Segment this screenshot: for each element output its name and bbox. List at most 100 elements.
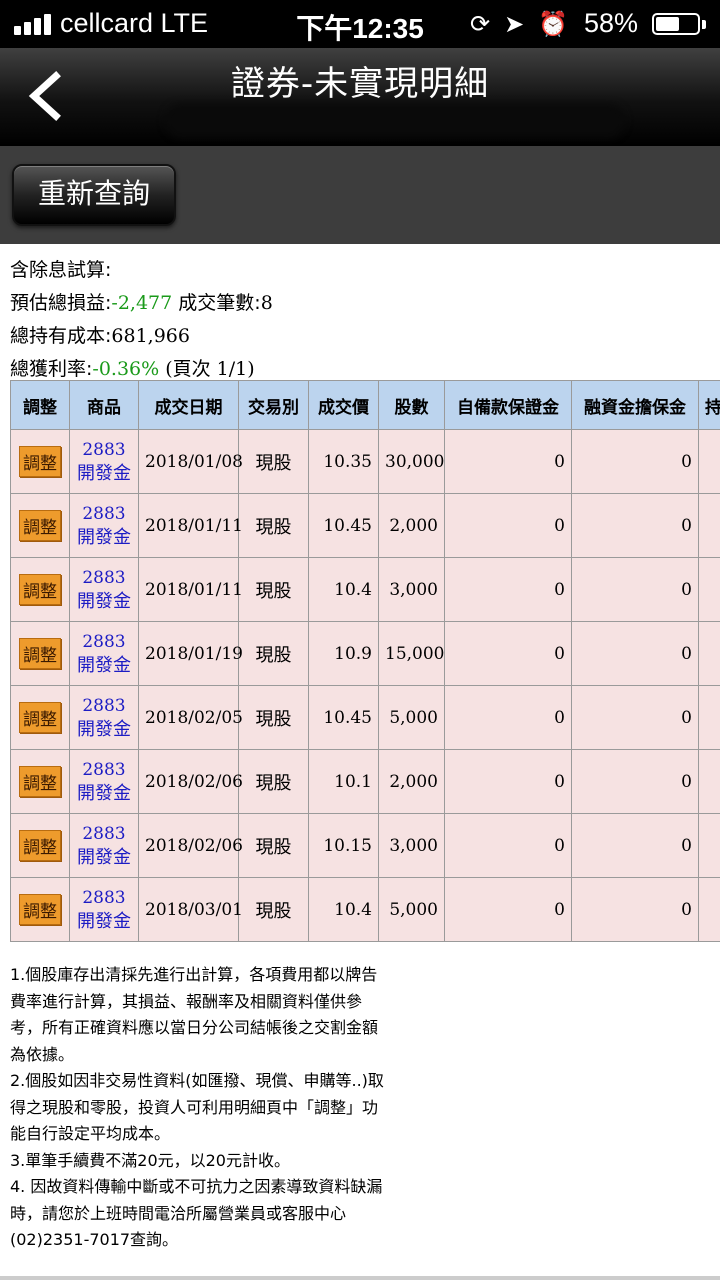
adjust-cell: 調整 [10,493,70,558]
table-row: 調整 2883 開發金 2018/02/06 現股 10.15 3,000 0 0 [10,813,720,878]
product-code: 2883 [82,567,126,588]
product-name: 開發金 [77,782,131,804]
product-link[interactable]: 2883 開發金 [69,557,139,622]
shares-cell: 3,000 [378,557,445,622]
loan-collateral-cell: 0 [571,749,699,814]
product-link[interactable]: 2883 開發金 [69,493,139,558]
page-title: 證券-未實現明細 [230,64,490,104]
page-info: (頁次 1/1) [159,358,255,380]
loan-collateral-cell: 0 [571,877,699,942]
own-margin-cell: 0 [444,877,572,942]
trade-date-cell: 2018/02/06 [138,749,243,814]
trade-count-label: 成交筆數: [172,292,261,314]
trade-count-value: 8 [260,292,273,314]
product-link[interactable]: 2883 開發金 [69,429,139,494]
product-link[interactable]: 2883 開發金 [69,877,139,942]
shares-cell: 5,000 [378,877,445,942]
table-header-row: 調整 商品 成交日期 交易別 成交價 股數 自備款保證金 融資金擔保金 持 [10,380,720,430]
product-code: 2883 [82,759,126,780]
table-row: 調整 2883 開發金 2018/02/06 現股 10.1 2,000 0 0 [10,749,720,814]
battery-level [656,17,679,31]
own-margin-cell: 0 [444,621,572,686]
trade-type-cell: 現股 [238,621,309,686]
holding-cell [698,621,720,686]
status-bar: cellcard LTE 下午12:35 ⟳➤⏰ 58% [0,0,720,48]
battery-percentage: 58% [584,8,639,38]
requery-button[interactable]: 重新查詢 [12,164,176,226]
rotation-lock-icon: ⟳ [470,11,505,38]
adjust-cell: 調整 [10,685,70,750]
product-name: 開發金 [77,846,131,868]
trade-type-cell: 現股 [238,493,309,558]
product-link[interactable]: 2883 開發金 [69,621,139,686]
product-link[interactable]: 2883 開發金 [69,749,139,814]
adjust-button[interactable]: 調整 [19,830,61,861]
toolbar: 重新查詢 [0,146,720,244]
product-code: 2883 [82,887,126,908]
trade-type-cell: 現股 [238,877,309,942]
product-code: 2883 [82,695,126,716]
adjust-button[interactable]: 調整 [19,638,61,669]
total-cost-value: 681,966 [111,325,190,347]
summary-title: 含除息試算: [10,259,112,281]
adjust-cell: 調整 [10,557,70,622]
adjust-button[interactable]: 調整 [19,766,61,797]
header-price: 成交價 [308,380,379,430]
holding-cell [698,685,720,750]
holding-cell [698,493,720,558]
trade-date-cell: 2018/02/05 [138,685,243,750]
adjust-button[interactable]: 調整 [19,894,61,925]
product-link[interactable]: 2883 開發金 [69,813,139,878]
shares-cell: 2,000 [378,749,445,814]
holdings-table-wrapper[interactable]: 調整 商品 成交日期 交易別 成交價 股數 自備款保證金 融資金擔保金 持 調整… [10,380,720,942]
adjust-cell: 調整 [10,749,70,814]
trade-type-cell: 現股 [238,685,309,750]
product-name: 開發金 [77,526,131,548]
trade-date-cell: 2018/01/11 [138,493,243,558]
adjust-button[interactable]: 調整 [19,446,61,477]
product-code: 2883 [82,823,126,844]
product-name: 開發金 [77,590,131,612]
own-margin-cell: 0 [444,813,572,878]
adjust-button[interactable]: 調整 [19,574,61,605]
nav-bar: 證券-未實現明細 [0,48,720,146]
trade-date-cell: 2018/01/11 [138,557,243,622]
summary: 含除息試算: 預估總損益:-2,477 成交筆數:8 總持有成本:681,966… [10,254,273,386]
table-row: 調整 2883 開發金 2018/03/01 現股 10.4 5,000 0 0 [10,877,720,942]
own-margin-cell: 0 [444,557,572,622]
shares-cell: 3,000 [378,813,445,878]
adjust-button[interactable]: 調整 [19,702,61,733]
total-cost-label: 總持有成本: [10,325,112,347]
holdings-table: 調整 商品 成交日期 交易別 成交價 股數 自備款保證金 融資金擔保金 持 調整… [10,380,720,942]
est-pl-value: -2,477 [111,292,173,314]
table-row: 調整 2883 開發金 2018/01/19 現股 10.9 15,000 0 0 [10,621,720,686]
bottom-divider [0,1276,720,1280]
own-margin-cell: 0 [444,685,572,750]
battery-icon [652,13,700,35]
loan-collateral-cell: 0 [571,621,699,686]
product-link[interactable]: 2883 開發金 [69,685,139,750]
own-margin-cell: 0 [444,429,572,494]
loan-collateral-cell: 0 [571,557,699,622]
shares-cell: 2,000 [378,493,445,558]
shares-cell: 30,000 [378,429,445,494]
product-code: 2883 [82,439,126,460]
holding-cell [698,557,720,622]
shares-cell: 15,000 [378,621,445,686]
header-holding: 持 [698,380,720,430]
trade-type-cell: 現股 [238,813,309,878]
adjust-cell: 調整 [10,621,70,686]
loan-collateral-cell: 0 [571,685,699,750]
product-name: 開發金 [77,654,131,676]
redacted-account-info [165,104,625,138]
trade-date-cell: 2018/01/08 [138,429,243,494]
profit-rate-label: 總獲利率: [10,358,93,380]
product-code: 2883 [82,503,126,524]
adjust-button[interactable]: 調整 [19,510,61,541]
table-row: 調整2883開發金2018/01/08現股10.3530,000003 [10,429,720,494]
trade-type-cell: 現股 [238,557,309,622]
shares-cell: 5,000 [378,685,445,750]
own-margin-cell: 0 [444,493,572,558]
product-code: 2883 [82,631,126,652]
header-shares: 股數 [378,380,445,430]
